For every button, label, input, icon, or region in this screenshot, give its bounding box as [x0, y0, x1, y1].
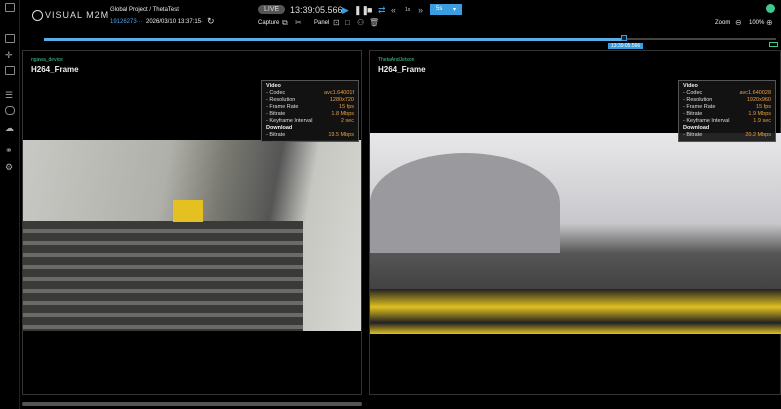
session-time: 2026/03/10 13:37:15·: [146, 19, 204, 25]
panel-square-icon[interactable]: □: [345, 18, 350, 27]
panel-title: H264_Frame: [31, 65, 79, 74]
dashboard-icon[interactable]: [5, 34, 15, 43]
screenshot-icon[interactable]: ⧉: [282, 18, 288, 28]
info-text: - Bitrate: [683, 132, 703, 138]
logo: VISUAL M2M: [32, 10, 109, 22]
link-icon[interactable]: ⚭: [5, 145, 15, 155]
info-heading: Download: [683, 125, 710, 131]
zoom-label: Zoom: [715, 20, 731, 26]
refresh-icon[interactable]: ↻: [207, 16, 215, 27]
timeline-progress[interactable]: [44, 38, 624, 41]
stream-info-box: Video - Codec avc1.640028 - Resolution 192…: [678, 80, 776, 142]
move-icon[interactable]: ✛: [5, 50, 15, 60]
info-text: - Frame Rate: [683, 104, 716, 110]
timeline-handle[interactable]: [621, 35, 627, 41]
info-row: - Resolution 1920x960: [683, 97, 771, 104]
loop-icon[interactable]: ⇄: [378, 5, 386, 16]
stream-info-box: Video - Codec avc1.64001f - Resolution 128…: [261, 80, 359, 142]
info-text: - Bitrate: [266, 132, 286, 138]
device-name: ThetaAndJetson: [378, 57, 415, 63]
info-heading: Video: [266, 83, 281, 89]
video-panel-left[interactable]: ngawa_device H264_Frame Video - Codec avc…: [22, 50, 362, 395]
interval-value: 5s: [436, 6, 443, 12]
info-text: - Codec: [683, 90, 703, 96]
info-text: 1.9 Mbps: [748, 111, 771, 117]
menu-icon[interactable]: [5, 3, 15, 12]
device-name: ngawa_device: [31, 57, 63, 63]
info-row: - Keyframe Interval 2 sec: [266, 118, 354, 125]
info-row: - Bitrate 1.9 Mbps: [683, 111, 771, 118]
info-heading: Download: [266, 125, 293, 131]
cloud-icon[interactable]: ☁: [5, 123, 15, 133]
zoom-in-icon[interactable]: ⊕: [766, 18, 773, 27]
panel-link-icon[interactable]: ⚇: [357, 18, 364, 27]
chevron-down-icon: ▾: [452, 7, 456, 13]
info-text: 2 sec: [340, 118, 354, 124]
zoom-out-icon[interactable]: ⊖: [735, 18, 742, 27]
robot-body: [370, 289, 781, 334]
info-text: 15 fps: [756, 104, 771, 110]
info-text: 1.8 Mbps: [331, 111, 354, 117]
fast-forward-icon[interactable]: »: [418, 5, 423, 15]
project-path: Global Project / ThetaTest: [110, 7, 179, 13]
info-text: 19.5 Mbps: [328, 132, 354, 138]
info-text: 1.9 sec: [753, 118, 771, 124]
info-heading: Video: [683, 83, 698, 89]
chart-icon[interactable]: [5, 66, 15, 75]
info-text: 1920x960: [746, 97, 771, 103]
horizontal-scrollbar[interactable]: [22, 402, 362, 406]
info-text: - Bitrate: [266, 111, 286, 117]
panel-title: H264_Frame: [378, 65, 426, 74]
info-text: avc1.640028: [739, 90, 772, 96]
timeline-cursor-label: 13:39:05.566: [608, 43, 644, 49]
rewind-icon[interactable]: «: [391, 5, 396, 15]
video-frame: [370, 133, 781, 334]
timeline-track[interactable]: [624, 38, 776, 40]
stop-icon[interactable]: ■: [367, 5, 372, 15]
session-id[interactable]: 19126273···: [110, 19, 143, 25]
info-text: - Keyframe Interval: [266, 118, 313, 124]
info-row: - Bitrate 1.8 Mbps: [266, 111, 354, 118]
video-panel-right[interactable]: ThetaAndJetson H264_Frame Video - Codec a…: [369, 50, 781, 395]
play-icon[interactable]: ▶: [342, 5, 349, 16]
info-row: - Codec avc1.640028: [683, 90, 771, 97]
scissors-icon[interactable]: ✂: [295, 18, 302, 27]
panel-add-icon[interactable]: ⊡: [333, 18, 340, 27]
info-row: - Keyframe Interval 1.9 sec: [683, 118, 771, 125]
interval-select[interactable]: 5s ▾: [430, 4, 462, 15]
info-row: - Codec avc1.64001f: [266, 90, 354, 97]
zoom-value: 100%: [749, 20, 765, 26]
info-text: - Keyframe Interval: [683, 118, 730, 124]
info-text: - Frame Rate: [266, 104, 299, 110]
status-ok-icon: [766, 4, 775, 13]
info-text: avc1.64001f: [324, 90, 354, 96]
info-text: 1280x720: [329, 97, 354, 103]
sidebar: ✛ ☰ ☁ ⚭ ⚙: [0, 0, 20, 409]
live-button[interactable]: LIVE: [258, 5, 286, 14]
info-row: - Resolution 1280x720: [266, 97, 354, 104]
info-text: 15 fps: [339, 104, 354, 110]
info-text: - Resolution: [683, 97, 713, 103]
info-row: - Bitrate 19.5 Mbps: [266, 132, 354, 139]
trash-icon[interactable]: 🗑: [369, 18, 379, 27]
list-icon[interactable]: ☰: [5, 90, 15, 100]
database-icon[interactable]: [5, 106, 15, 115]
info-text: - Resolution: [266, 97, 296, 103]
capture-label: Capture: [258, 20, 280, 26]
settings-icon[interactable]: ⚙: [5, 162, 15, 172]
current-time: 13:39:05.566: [290, 5, 343, 15]
video-frame: [23, 140, 361, 331]
panel-label: Panel: [314, 20, 330, 26]
info-row: - Frame Rate 15 fps: [683, 104, 771, 111]
info-text: - Codec: [266, 90, 286, 96]
info-text: 20.2 Mbps: [745, 132, 771, 138]
robot-dog: [173, 200, 203, 222]
speed-value[interactable]: 1x: [405, 7, 410, 13]
info-row: - Bitrate 20.2 Mbps: [683, 132, 771, 139]
info-row: - Frame Rate 15 fps: [266, 104, 354, 111]
info-text: - Bitrate: [683, 111, 703, 117]
timeline-toggle-icon[interactable]: [769, 42, 778, 47]
